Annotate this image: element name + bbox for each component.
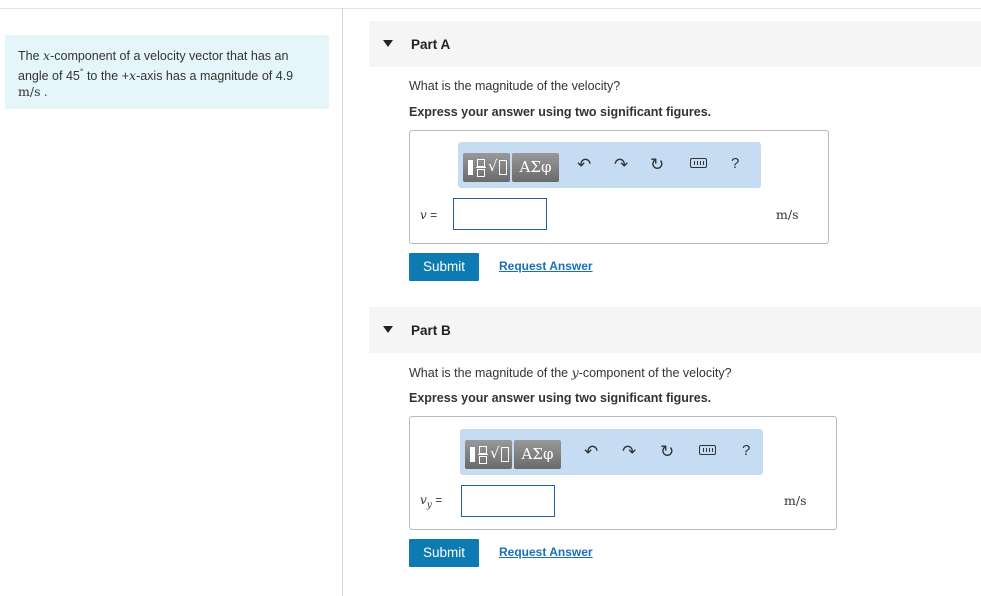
var-v: v	[420, 493, 427, 507]
part-a-request-answer-link[interactable]: Request Answer	[499, 259, 593, 273]
sqrt-icon: √	[490, 444, 500, 462]
sqrt-box-icon	[499, 160, 507, 175]
part-b-answer-box: √ ΑΣφ ↶ ↷ ↻ ? vy = m/s	[409, 416, 837, 530]
undo-icon[interactable]: ↶	[577, 155, 591, 175]
reset-icon[interactable]: ↻	[660, 442, 674, 462]
part-a-question: What is the magnitude of the velocity?	[409, 79, 621, 93]
part-a-answer-box: √ ΑΣφ ↶ ↷ ↻ ? v = m/s	[409, 130, 829, 244]
template-block-icon	[470, 447, 475, 462]
top-rule	[0, 8, 981, 9]
sqrt-box-icon	[501, 447, 509, 462]
equals-sign: =	[431, 493, 443, 507]
redo-icon[interactable]: ↷	[622, 442, 636, 462]
problem-text-end: .	[40, 85, 48, 100]
part-b-variable-label: vy =	[420, 493, 442, 510]
greek-symbols-button[interactable]: ΑΣφ	[514, 440, 561, 469]
help-icon[interactable]: ?	[731, 155, 739, 172]
var-v: v	[420, 208, 427, 222]
part-b-unit: m/s	[784, 493, 807, 508]
keyboard-icon[interactable]	[690, 158, 707, 168]
part-b-title: Part B	[411, 323, 451, 338]
caret-down-icon[interactable]	[383, 326, 393, 333]
part-a-header[interactable]: Part A	[369, 21, 981, 67]
equals-sign: =	[426, 208, 438, 222]
keyboard-icon[interactable]	[699, 445, 716, 455]
column-divider	[342, 8, 343, 596]
templates-button[interactable]: √	[465, 440, 512, 469]
fraction-icon	[476, 157, 486, 177]
part-b-header[interactable]: Part B	[369, 307, 981, 353]
greek-symbols-button[interactable]: ΑΣφ	[512, 153, 559, 182]
part-b-submit-button[interactable]: Submit	[409, 539, 479, 567]
part-a-unit: m/s	[776, 207, 799, 222]
reset-icon[interactable]: ↻	[650, 155, 664, 175]
problem-var-x2: x	[129, 68, 137, 84]
part-b-math-toolbar: √ ΑΣφ ↶ ↷ ↻ ?	[460, 429, 763, 475]
part-b-request-answer-link[interactable]: Request Answer	[499, 545, 593, 559]
redo-icon[interactable]: ↷	[614, 155, 628, 175]
part-a-instruction: Express your answer using two significan…	[409, 105, 712, 119]
part-b-question-post: -component of the velocity?	[578, 366, 732, 380]
template-block-icon	[468, 160, 473, 175]
problem-text-mid3: -axis has a magnitude of 4.9	[136, 69, 294, 84]
problem-statement: The x-component of a velocity vector tha…	[5, 35, 329, 109]
undo-icon[interactable]: ↶	[584, 442, 598, 462]
problem-unit: m/s	[18, 84, 41, 100]
help-icon[interactable]: ?	[742, 442, 750, 459]
part-b-answer-input[interactable]	[461, 485, 555, 517]
part-b-instruction: Express your answer using two significan…	[409, 391, 712, 405]
part-b-question: What is the magnitude of the y-component…	[409, 365, 732, 380]
part-a-answer-input[interactable]	[453, 198, 547, 230]
fraction-icon	[478, 444, 488, 464]
part-a-title: Part A	[411, 37, 451, 52]
part-a-math-toolbar: √ ΑΣφ ↶ ↷ ↻ ?	[458, 142, 761, 188]
part-a-variable-label: v =	[420, 208, 437, 222]
part-b-question-pre: What is the magnitude of the	[409, 366, 572, 380]
part-a-submit-button[interactable]: Submit	[409, 253, 479, 281]
problem-text-prefix: The	[18, 49, 44, 63]
problem-text-mid2: to the +	[83, 69, 129, 84]
caret-down-icon[interactable]	[383, 40, 393, 47]
part-b-question-var: y	[571, 365, 579, 380]
templates-button[interactable]: √	[463, 153, 510, 182]
sqrt-icon: √	[488, 157, 498, 175]
